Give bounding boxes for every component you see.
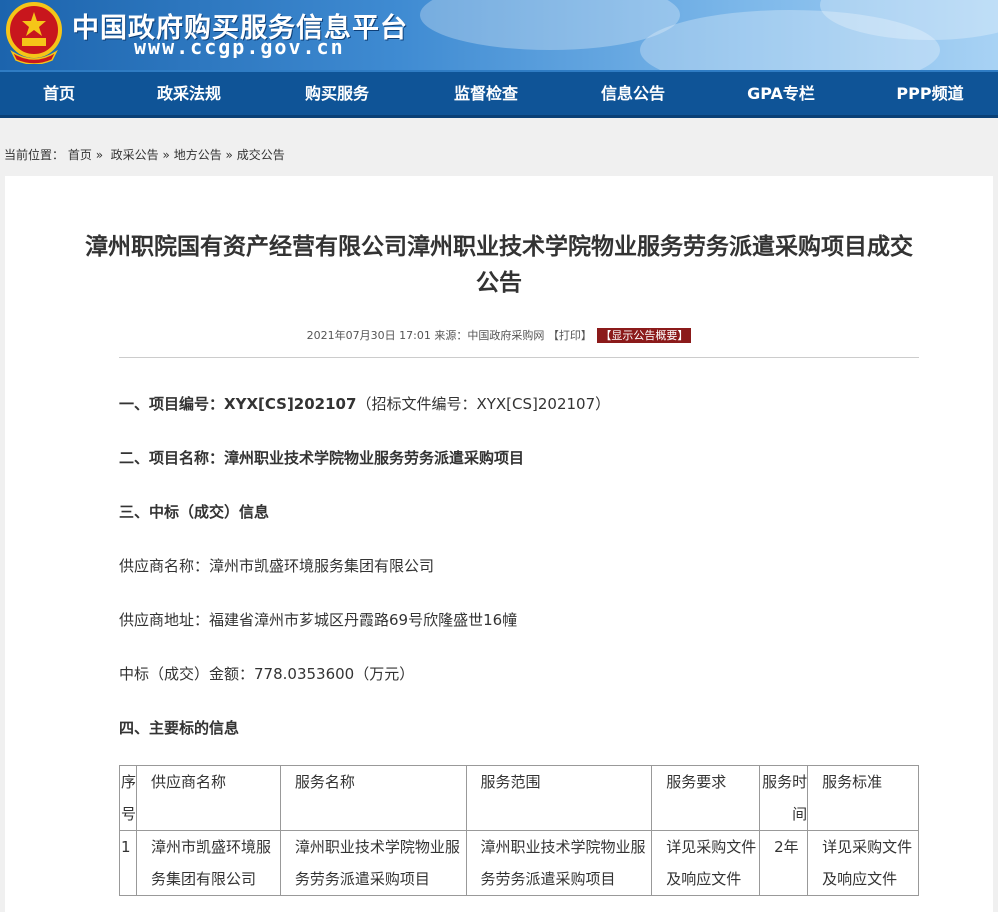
article-title-line2: 公告 [476, 270, 522, 296]
breadcrumb-deal-notice[interactable]: 成交公告 [237, 148, 285, 162]
breadcrumb-separator: » [225, 148, 233, 162]
supplier-address-line: 供应商地址：福建省漳州市芗城区丹霞路69号欣隆盛世16幢 [119, 611, 518, 629]
meta-divider [119, 357, 919, 358]
nav-item-gpa[interactable]: GPA专栏 [747, 72, 815, 115]
section-project-number-label: 一、项目编号： [119, 395, 225, 413]
table-header-cell: 服务时间 [759, 765, 809, 831]
show-summary-button[interactable]: 【显示公告概要】 [597, 328, 692, 343]
source-name: 中国政府采购网 [467, 329, 545, 342]
breadcrumb-separator: » [95, 148, 104, 162]
table-cell: 1 [118, 830, 138, 896]
breadcrumb-local-notice[interactable]: 地方公告 [174, 148, 222, 162]
section-project-number: 一、项目编号：XYX[CS]202107（招标文件编号：XYX[CS]20210… [119, 393, 610, 414]
nav-item-announcements[interactable]: 信息公告 [601, 72, 665, 115]
table-header-cell: 服务名称 [279, 765, 467, 831]
table-cell: 漳州职业技术学院物业服务劳务派遣采购项目 [279, 830, 467, 896]
table-cell: 详见采购文件及响应文件 [651, 830, 761, 896]
table-row: 1 漳州市凯盛环境服务集团有限公司 漳州职业技术学院物业服务劳务派遣采购项目 漳… [118, 830, 919, 896]
breadcrumb-procurement-notice[interactable]: 政采公告 [111, 148, 159, 162]
table-header-cell: 供应商名称 [136, 765, 281, 831]
nav-item-ppp[interactable]: PPP频道 [896, 72, 963, 115]
tender-doc-number: （招标文件编号：XYX[CS]202107） [356, 395, 611, 413]
table-header-cell: 服务要求 [651, 765, 761, 831]
main-items-table: 序号 供应商名称 服务名称 服务范围 服务要求 服务时间 服务标准 1 漳州市凯… [118, 765, 919, 896]
print-link[interactable]: 【打印】 [548, 329, 592, 342]
article-panel: 漳州职院国有资产经营有限公司漳州职业技术学院物业服务劳务派遣采购项目成交 公告 … [5, 176, 993, 912]
winning-amount-line: 中标（成交）金额：778.0353600（万元） [119, 665, 415, 683]
section-winning-info: 三、中标（成交）信息 [119, 503, 270, 521]
section-project-name: 二、项目名称：漳州职业技术学院物业服务劳务派遣采购项目 [119, 447, 524, 468]
nav-item-supervision[interactable]: 监督检查 [454, 72, 518, 115]
table-header-row: 序号 供应商名称 服务名称 服务范围 服务要求 服务时间 服务标准 [118, 765, 919, 831]
source-label: 来源： [434, 329, 468, 342]
publish-date: 2021年07月30日 17:01 [306, 329, 431, 342]
article-title: 漳州职院国有资产经营有限公司漳州职业技术学院物业服务劳务派遣采购项目成交 公告 [25, 229, 973, 301]
article-meta: 2021年07月30日 17:01 来源：中国政府采购网 【打印】 【显示公告概… [5, 327, 993, 343]
nav-item-regulations[interactable]: 政采法规 [157, 72, 221, 115]
breadcrumb-prefix: 当前位置： [4, 148, 65, 162]
national-emblem-icon[interactable] [6, 2, 62, 64]
table-cell: 漳州职业技术学院物业服务劳务派遣采购项目 [465, 830, 653, 896]
main-nav: 首页 政采法规 购买服务 监督检查 信息公告 GPA专栏 PPP频道 [0, 70, 998, 118]
table-header-cell: 服务范围 [465, 765, 653, 831]
section-project-name-label: 二、项目名称： [119, 449, 225, 467]
nav-item-home[interactable]: 首页 [43, 72, 75, 115]
article-title-line1: 漳州职院国有资产经营有限公司漳州职业技术学院物业服务劳务派遣采购项目成交 [85, 234, 913, 260]
nav-item-purchase-services[interactable]: 购买服务 [305, 72, 369, 115]
table-header-cell: 服务标准 [807, 765, 919, 831]
supplier-name-line: 供应商名称：漳州市凯盛环境服务集团有限公司 [119, 557, 435, 575]
table-cell: 漳州市凯盛环境服务集团有限公司 [136, 830, 281, 896]
project-number-value: XYX[CS]202107 [224, 395, 357, 413]
breadcrumb-separator: » [162, 148, 170, 162]
site-domain: www.ccgp.gov.cn [134, 35, 345, 59]
site-banner: 中国政府购买服务信息平台 www.ccgp.gov.cn [0, 0, 998, 70]
section-main-items: 四、主要标的信息 [119, 719, 240, 737]
table-cell: 详见采购文件及响应文件 [807, 830, 919, 896]
table-cell: 2年 [759, 830, 809, 896]
breadcrumb-home[interactable]: 首页 [68, 148, 92, 162]
project-name-value: 漳州职业技术学院物业服务劳务派遣采购项目 [224, 449, 525, 467]
table-header-cell: 序号 [118, 765, 138, 831]
breadcrumb: 当前位置： 首页 » 政采公告 » 地方公告 » 成交公告 [4, 146, 285, 163]
